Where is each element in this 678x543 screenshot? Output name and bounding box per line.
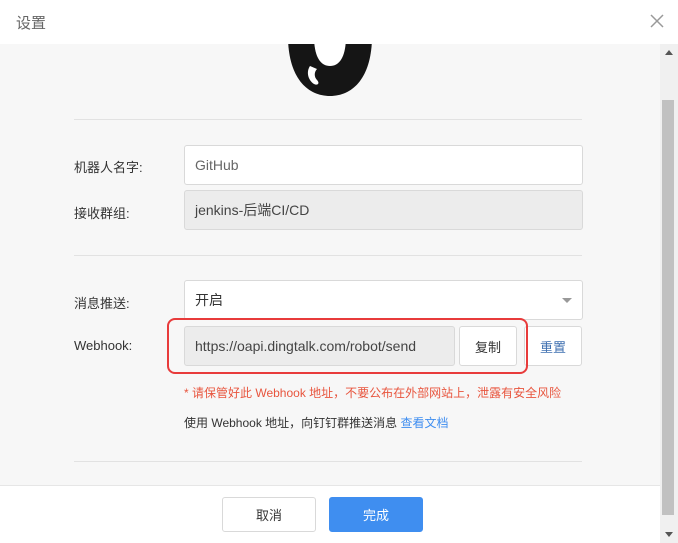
security-warning: * 请保管好此 Webhook 地址，不要公布在外部网站上，泄露有安全风险 xyxy=(184,386,562,400)
cancel-button[interactable]: 取消 xyxy=(222,497,316,532)
webhook-highlight-annotation xyxy=(167,318,528,374)
webhook-label: Webhook: xyxy=(74,338,133,353)
usage-hint: 使用 Webhook 地址，向钉钉群推送消息 查看文档 xyxy=(184,414,449,431)
divider-middle xyxy=(74,255,582,256)
done-button-label: 完成 xyxy=(362,508,389,523)
view-docs-link[interactable]: 查看文档 xyxy=(401,416,449,430)
robot-name-input[interactable]: GitHub xyxy=(184,145,583,185)
group-value: jenkins-后端CI/CD xyxy=(195,202,310,218)
divider-top xyxy=(74,119,582,120)
divider-bottom xyxy=(74,461,582,462)
reset-button[interactable]: 重置 xyxy=(524,326,582,366)
dialog-header: 设置 xyxy=(0,0,678,44)
done-button[interactable]: 完成 xyxy=(329,497,423,532)
reset-button-label: 重置 xyxy=(539,339,566,355)
chevron-down-icon xyxy=(562,298,572,303)
close-icon[interactable] xyxy=(648,12,666,30)
dialog-title: 设置 xyxy=(16,15,47,32)
scroll-thumb[interactable] xyxy=(662,100,674,515)
settings-dialog: 设置 机器人名字: GitHub 接收群组: jenkins-后端CI/CD 消… xyxy=(0,0,678,543)
vertical-scrollbar[interactable] xyxy=(660,44,678,543)
push-select[interactable]: 开启 xyxy=(184,280,583,320)
robot-name-label: 机器人名字: xyxy=(74,160,143,175)
robot-name-value: GitHub xyxy=(195,157,239,173)
cancel-button-label: 取消 xyxy=(255,508,282,523)
scroll-up-icon[interactable] xyxy=(665,50,673,55)
dialog-footer: 取消 完成 xyxy=(0,485,660,543)
group-field: jenkins-后端CI/CD xyxy=(184,190,583,230)
usage-text: 使用 Webhook 地址，向钉钉群推送消息 xyxy=(184,416,398,430)
github-logo-icon xyxy=(288,44,372,96)
push-label: 消息推送: xyxy=(74,296,130,311)
group-label: 接收群组: xyxy=(74,206,130,221)
push-value: 开启 xyxy=(195,292,223,308)
scroll-down-icon[interactable] xyxy=(665,532,673,537)
